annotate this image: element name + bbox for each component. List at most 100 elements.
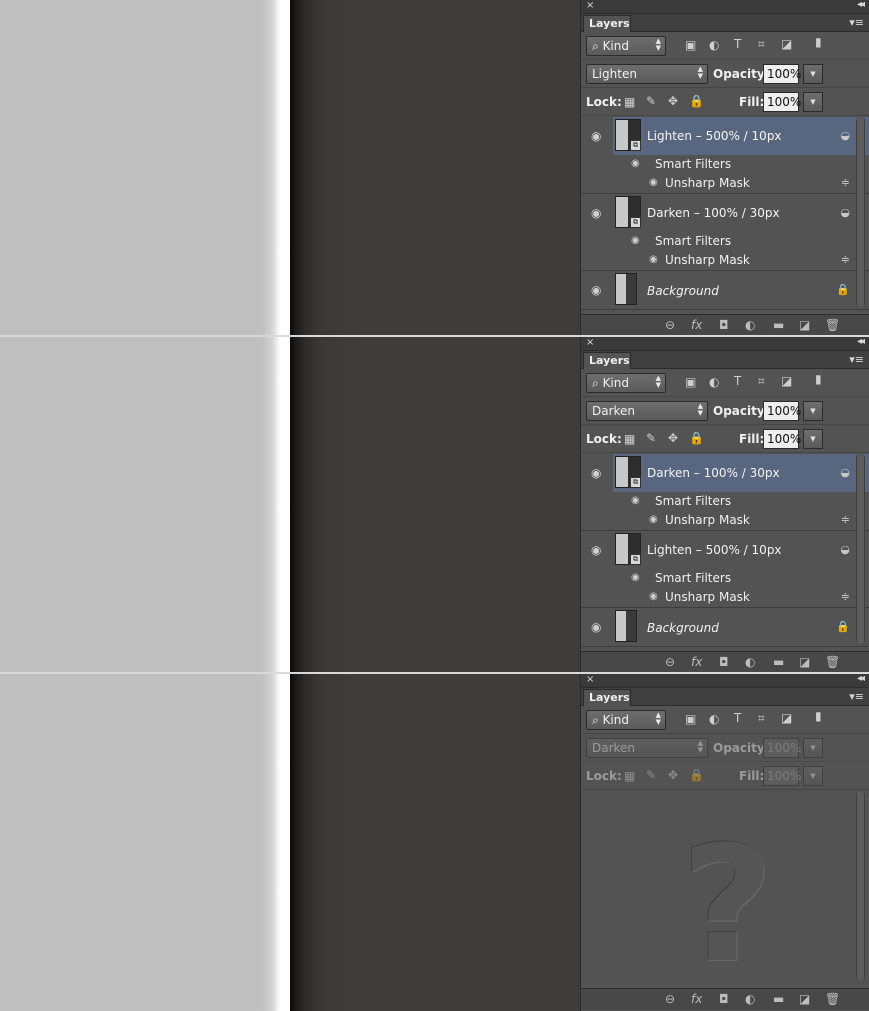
smart-filters-row[interactable]: ◉ Smart Filters [613,492,869,511]
layer-row[interactable]: Background 🔒 [613,271,869,309]
panel-menu-icon[interactable]: ▾≡ [849,353,864,366]
background-layer[interactable]: ◉ Background 🔒 [581,271,869,310]
type-filter-icon[interactable]: T [734,711,741,725]
scrollbar[interactable] [856,791,865,981]
fx-icon[interactable]: fx [691,318,702,332]
visibility-eye-icon[interactable]: ◉ [649,254,658,265]
opacity-field[interactable]: 100% [763,64,801,84]
fill-slider-button[interactable]: ▼ [803,92,823,112]
opacity-slider-button[interactable]: ▼ [803,64,823,84]
close-icon[interactable]: × [586,337,594,348]
smart-filters-row[interactable]: ◉ Smart Filters [613,569,869,588]
collapse-icon[interactable]: ◂◂ [857,674,865,684]
add-mask-icon[interactable]: ◘ [719,655,729,669]
kind-dropdown[interactable]: ⌕ Kind ▲ ▼ [586,36,666,56]
smart-filters-row[interactable]: ◉ Smart Filters [613,232,869,251]
new-layer-icon[interactable]: ◪ [799,318,810,332]
smart-object-filter-icon[interactable]: ◪ [781,37,792,51]
layer-item[interactable]: ◉ ⧉ Lighten – 500% / 10px ◒ ◉ Smart Filt… [581,531,869,608]
visibility-eye-icon[interactable]: ◉ [649,177,658,188]
pixel-filter-icon[interactable]: ▣ [685,712,696,726]
fx-icon[interactable]: fx [691,655,702,669]
fill-field[interactable]: 100% [763,92,801,112]
blend-mode-dropdown[interactable]: Lighten ▲ ▼ [586,64,708,84]
new-group-icon[interactable]: ▬ [773,655,784,669]
adjustment-layer-icon[interactable]: ◐ [745,992,755,1006]
fill-slider-button[interactable]: ▼ [803,429,823,449]
filter-options-icon[interactable]: ≑ [841,590,850,603]
smart-filters-row[interactable]: ◉ Smart Filters [613,155,869,174]
lock-transparency-icon[interactable]: ▦ [624,95,635,109]
layer-row[interactable]: Background 🔒 [613,608,869,646]
new-group-icon[interactable]: ▬ [773,992,784,1006]
fx-icon[interactable]: fx [691,992,702,1006]
visibility-eye-icon[interactable]: ◉ [591,543,601,557]
type-filter-icon[interactable]: T [734,374,741,388]
smart-object-filter-icon[interactable]: ◪ [781,374,792,388]
new-layer-icon[interactable]: ◪ [799,655,810,669]
tab-layers[interactable]: Layers [583,15,631,32]
visibility-eye-icon[interactable]: ◉ [591,283,601,297]
visibility-eye-icon[interactable]: ◉ [631,495,640,506]
shape-filter-icon[interactable]: ⌗ [758,374,765,389]
link-layers-icon[interactable]: ⊖ [665,318,675,332]
panel-menu-icon[interactable]: ▾≡ [849,690,864,703]
lock-paint-icon[interactable]: ✎ [646,94,656,108]
layer-row[interactable]: ⧉ Darken – 100% / 30px ◒ [613,194,869,232]
lock-paint-icon[interactable]: ✎ [646,431,656,445]
filter-options-icon[interactable]: ≑ [841,253,850,266]
close-icon[interactable]: × [586,674,594,685]
adjustment-layer-icon[interactable]: ◐ [745,655,755,669]
new-group-icon[interactable]: ▬ [773,318,784,332]
tab-layers[interactable]: Layers [583,689,631,706]
lock-position-icon[interactable]: ✥ [668,94,678,108]
visibility-eye-icon[interactable]: ◉ [631,572,640,583]
visibility-eye-icon[interactable]: ◉ [649,591,658,602]
visibility-eye-icon[interactable]: ◉ [591,620,601,634]
visibility-eye-icon[interactable]: ◉ [591,206,601,220]
visibility-eye-icon[interactable]: ◉ [631,158,640,169]
filter-row[interactable]: ◉ Unsharp Mask ≑ [613,511,869,530]
adjustment-layer-icon[interactable]: ◐ [745,318,755,332]
smart-object-filter-icon[interactable]: ◪ [781,711,792,725]
close-icon[interactable]: × [586,0,594,11]
tab-layers[interactable]: Layers [583,352,631,369]
scrollbar-thumb[interactable] [857,117,864,307]
background-layer[interactable]: ◉ Background 🔒 [581,608,869,647]
scrollbar-thumb[interactable] [857,791,864,981]
adjustment-filter-icon[interactable]: ◐ [709,38,719,52]
panel-menu-icon[interactable]: ▾≡ [849,16,864,29]
visibility-eye-icon[interactable]: ◉ [591,129,601,143]
filter-toggle-icon[interactable]: ▮ [815,372,822,386]
link-layers-icon[interactable]: ⊖ [665,655,675,669]
trash-icon[interactable]: 🗑 [825,655,840,669]
pixel-filter-icon[interactable]: ▣ [685,375,696,389]
layer-item[interactable]: ◉ ⧉ Lighten – 500% / 10px ◒ ◉ Smart Filt… [581,117,869,194]
scrollbar[interactable] [856,454,865,644]
opacity-slider-button[interactable]: ▼ [803,401,823,421]
lock-all-icon[interactable]: 🔒 [689,94,704,108]
pixel-filter-icon[interactable]: ▣ [685,38,696,52]
adjustment-filter-icon[interactable]: ◐ [709,712,719,726]
layer-item[interactable]: ◉ ⧉ Darken – 100% / 30px ◒ ◉ Smart Filte… [581,454,869,531]
blend-mode-dropdown[interactable]: Darken ▲ ▼ [586,401,708,421]
adjustment-filter-icon[interactable]: ◐ [709,375,719,389]
lock-position-icon[interactable]: ✥ [668,431,678,445]
filter-row[interactable]: ◉ Unsharp Mask ≑ [613,588,869,607]
layer-row[interactable]: ⧉ Darken – 100% / 30px ◒ [613,454,869,492]
add-mask-icon[interactable]: ◘ [719,318,729,332]
filter-options-icon[interactable]: ≑ [841,176,850,189]
filter-row[interactable]: ◉ Unsharp Mask ≑ [613,251,869,270]
visibility-eye-icon[interactable]: ◉ [591,466,601,480]
trash-icon[interactable]: 🗑 [825,318,840,332]
add-mask-icon[interactable]: ◘ [719,992,729,1006]
visibility-eye-icon[interactable]: ◉ [631,235,640,246]
scrollbar-thumb[interactable] [857,454,864,644]
layer-row[interactable]: ⧉ Lighten – 500% / 10px ◒ [613,531,869,569]
layer-item[interactable]: ◉ ⧉ Darken – 100% / 30px ◒ ◉ Smart Filte… [581,194,869,271]
visibility-eye-icon[interactable]: ◉ [649,514,658,525]
opacity-field[interactable]: 100% [763,401,801,421]
collapse-icon[interactable]: ◂◂ [857,0,865,10]
filter-row[interactable]: ◉ Unsharp Mask ≑ [613,174,869,193]
scrollbar[interactable] [856,117,865,307]
